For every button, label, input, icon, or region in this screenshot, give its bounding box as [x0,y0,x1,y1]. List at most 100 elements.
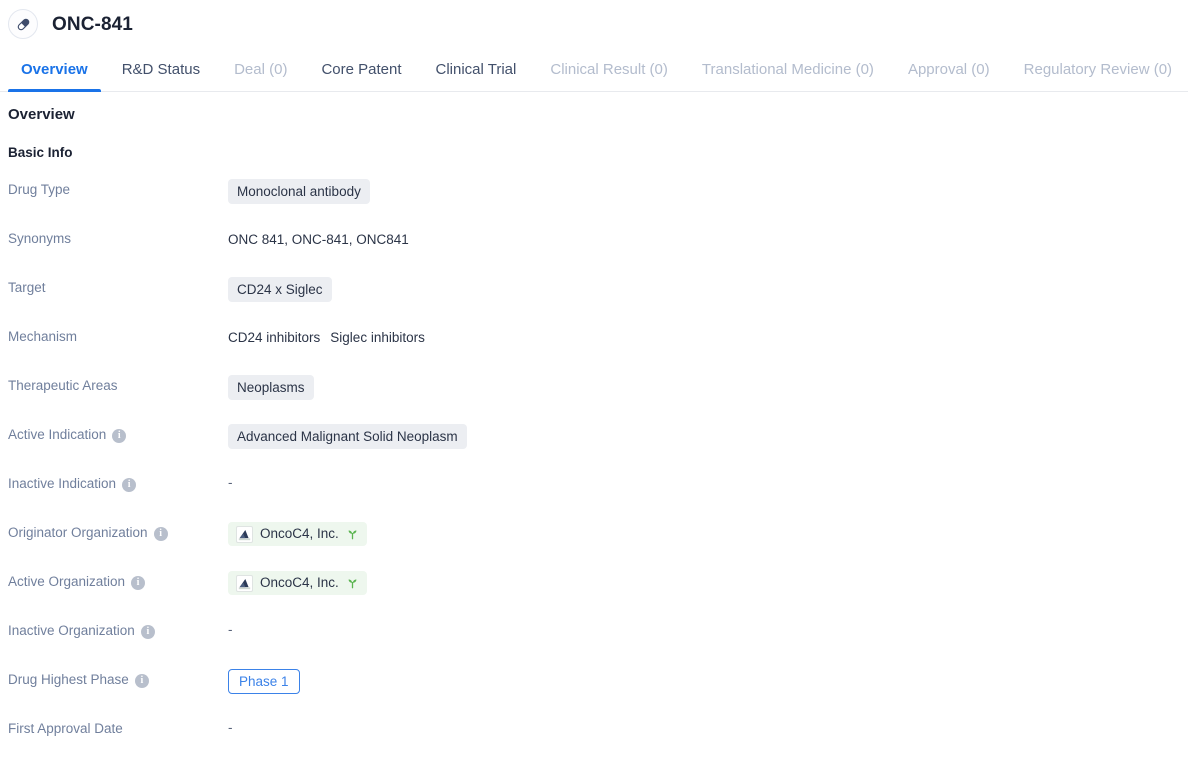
info-icon[interactable]: i [140,625,155,639]
field-value: ONC 841, ONC-841, ONC841 [228,227,1188,252]
field-label-text: Drug Highest Phase [8,672,129,687]
info-icon[interactable]: i [112,429,127,443]
field-label-text: Inactive Organization [8,623,135,638]
field-value: - [228,717,1188,738]
field-label: Inactive Organization i [8,619,228,641]
field-label: Active Organization i [8,570,228,592]
field-label: Therapeutic Areas [8,374,228,396]
organization-name: OncoC4, Inc. [260,575,339,590]
tab-label: Clinical Result (0) [550,61,668,78]
tab-regulatory-review-0[interactable]: Regulatory Review (0) [1007,48,1188,91]
tab-label: Clinical Trial [435,61,517,78]
field-label: Active Indication i [8,423,228,445]
field-row: Drug Type Monoclonal antibody [8,178,1188,227]
tab-label: R&D Status [121,61,201,78]
value-empty: - [228,475,233,490]
value-empty: - [228,720,233,735]
value-empty: - [228,622,233,637]
field-value: Advanced Malignant Solid Neoplasm [228,423,1188,449]
drug-avatar [8,9,38,39]
pill-capsule-icon [15,16,32,33]
field-row: Therapeutic Areas Neoplasms [8,374,1188,423]
field-value: Monoclonal antibody [228,178,1188,204]
tab-label: Translational Medicine (0) [701,61,874,78]
field-value: CD24 inhibitors Siglec inhibitors [228,325,1188,350]
value-text: ONC 841, ONC-841, ONC841 [228,232,409,247]
tab-r-d-status[interactable]: R&D Status [105,48,217,91]
oncoc4-logo-icon [236,525,253,543]
field-row: Active Organization i OncoC4, Inc. [8,570,1188,619]
field-label: Drug Type [8,178,228,200]
field-label-text: Synonyms [8,231,72,246]
overview-content: Overview Basic Info Drug Type Monoclonal … [0,92,1188,766]
field-label-text: Target [8,280,46,295]
page-title: ONC-841 [52,13,133,35]
tab-clinical-trial[interactable]: Clinical Trial [419,48,534,91]
field-value: Neoplasms [228,374,1188,400]
tab-label: Regulatory Review (0) [1023,61,1173,78]
field-row: Drug Highest Phase i Phase 1 [8,668,1188,717]
page-header: ONC-841 [0,0,1188,48]
tab-label: Overview [21,61,88,78]
field-label-text: Therapeutic Areas [8,378,118,393]
field-label-text: First Approval Date [8,721,123,736]
sprout-icon [346,528,359,541]
field-label: Drug Highest Phase i [8,668,228,690]
field-row: First Approval Date - [8,717,1188,766]
field-label-text: Active Organization [8,574,126,589]
subsection-title: Basic Info [8,145,73,160]
organization-tag[interactable]: OncoC4, Inc. [228,522,367,546]
tab-label: Approval (0) [907,61,990,78]
info-icon[interactable]: i [134,674,149,688]
tab-label: Core Patent [321,61,402,78]
field-label: Mechanism [8,325,228,347]
field-value: Phase 1 [228,668,1188,694]
value-tag[interactable]: Advanced Malignant Solid Neoplasm [228,424,467,449]
field-row: Mechanism CD24 inhibitors Siglec inhibitor… [8,325,1188,374]
value-tag[interactable]: Monoclonal antibody [228,179,370,204]
tab-clinical-result-0[interactable]: Clinical Result (0) [533,48,685,91]
field-label: Inactive Indication i [8,472,228,494]
value-tag[interactable]: CD24 x Siglec [228,277,332,302]
field-row: Originator Organization i OncoC4, Inc. [8,521,1188,570]
field-label-text: Active Indication [8,427,107,442]
phase-badge[interactable]: Phase 1 [228,669,300,694]
field-row: Inactive Organization i - [8,619,1188,668]
field-row: Active Indication i Advanced Malignant Sol… [8,423,1188,472]
field-row: Inactive Indication i - [8,472,1188,521]
tab-core-patent[interactable]: Core Patent [304,48,418,91]
field-value: - [228,619,1188,640]
tab-translational-medicine-0[interactable]: Translational Medicine (0) [685,48,891,91]
info-icon[interactable]: i [122,478,137,492]
field-label-text: Originator Organization [8,525,148,540]
field-label: Target [8,276,228,298]
value-tag[interactable]: Neoplasms [228,375,314,400]
tab-deal-0[interactable]: Deal (0) [217,48,304,91]
field-value: OncoC4, Inc. [228,570,1188,595]
oncoc4-logo-icon [236,574,253,592]
field-value: CD24 x Siglec [228,276,1188,302]
field-label-text: Mechanism [8,329,78,344]
basic-info-field-list: Drug Type Monoclonal antibody Synonyms ONC … [8,178,1188,766]
info-icon[interactable]: i [131,576,146,590]
tab-overview[interactable]: Overview [4,48,105,92]
info-icon[interactable]: i [153,527,168,541]
tab-bar: Overview R&D Status Deal (0) Core Patent Cli… [0,48,1188,92]
organization-tag[interactable]: OncoC4, Inc. [228,571,367,595]
value-text: Siglec inhibitors [330,330,425,345]
organization-name: OncoC4, Inc. [260,526,339,541]
section-title: Overview [8,106,75,123]
tab-approval-0[interactable]: Approval (0) [891,48,1007,91]
tab-label: Deal (0) [234,61,288,78]
field-row: Target CD24 x Siglec [8,276,1188,325]
field-value: - [228,472,1188,493]
field-value: OncoC4, Inc. [228,521,1188,546]
sprout-icon [346,577,359,590]
field-label: Synonyms [8,227,228,249]
value-text: CD24 inhibitors [228,330,321,345]
field-label-text: Inactive Indication [8,476,117,491]
field-label: First Approval Date [8,717,228,739]
field-label: Originator Organization i [8,521,228,543]
field-label-text: Drug Type [8,182,71,197]
field-row: Synonyms ONC 841, ONC-841, ONC841 [8,227,1188,276]
